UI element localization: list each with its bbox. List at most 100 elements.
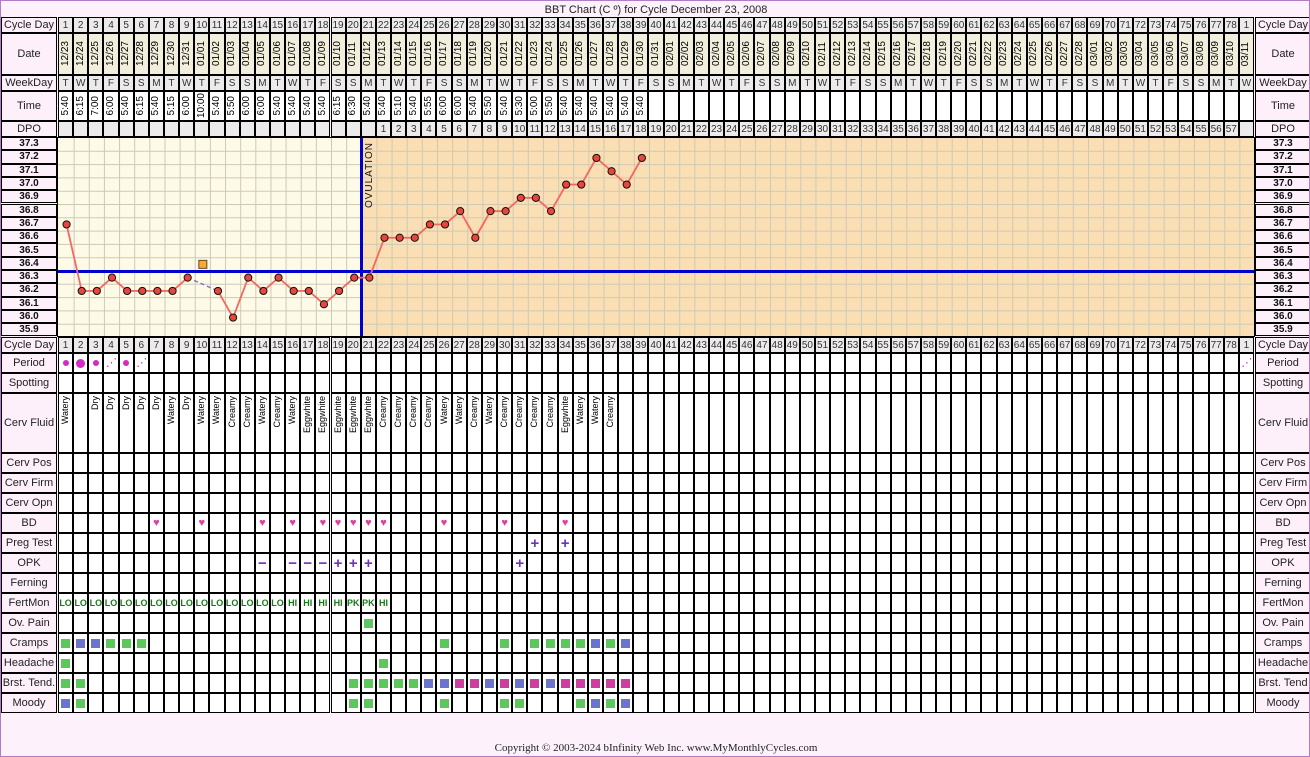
period-cell [300, 353, 316, 373]
cerv-firm-cell [784, 473, 800, 493]
cycle-day-value: 27 [451, 17, 467, 33]
spotting-cell [875, 373, 891, 393]
moody-cell [890, 693, 906, 713]
ov-pain-cell [754, 613, 770, 633]
time-value: 5:50 [481, 91, 498, 121]
bd-marker: ♥ [360, 513, 376, 533]
cramps-cell [814, 633, 831, 653]
preg-test-cell [1057, 533, 1073, 553]
ov-pain-cell [875, 613, 891, 633]
cerv-firm-cell [512, 473, 528, 493]
spotting-cell [542, 373, 558, 393]
row-date: Date Date 12/23 12/24 12/25 12/26 12/27 12/28 12… [1, 33, 1309, 75]
headache-cell [845, 653, 861, 673]
time-value [1238, 91, 1254, 121]
period-cell [1057, 353, 1073, 373]
weekday-value: F [1057, 75, 1073, 91]
period-cell [814, 353, 831, 373]
headache-label-left: Headache [1, 653, 57, 673]
temperature-point [410, 233, 419, 242]
cerv-firm-cell [996, 473, 1012, 493]
opk-cell [118, 553, 134, 573]
date-text: 02/14 [861, 41, 873, 67]
spotting-cell [148, 373, 164, 393]
date-value: 02/20 [951, 33, 967, 75]
cycle-day-value: 38 [618, 337, 634, 353]
cerv-firm-cell [875, 473, 891, 493]
moody-square [575, 698, 585, 708]
headache-cell [572, 653, 588, 673]
date-value: 01/09 [315, 33, 331, 75]
ov-pain-cell [633, 613, 649, 633]
opk-cell [1163, 553, 1179, 573]
cerv-pos-cell [981, 453, 997, 473]
time-value [1132, 91, 1148, 121]
opk-cell [58, 553, 74, 573]
brst-tend-cell [845, 673, 861, 693]
cerv-fluid-value: Dry [118, 393, 134, 453]
cramps-cell [648, 633, 664, 653]
moody-cell [1223, 693, 1239, 713]
weekday-value: W [285, 75, 301, 91]
cycle-day-value: 1 [58, 337, 74, 353]
opk-cell [497, 553, 513, 573]
spotting-cell [572, 373, 588, 393]
cramps-square [500, 638, 510, 648]
opk-cell [1072, 553, 1088, 573]
fertmon-cell [799, 593, 815, 613]
cramps-cell [754, 633, 770, 653]
cycle-day-value: 53 [845, 17, 861, 33]
time-value: 5:40 [572, 91, 588, 121]
cramps-cell [451, 633, 467, 653]
dpo-value: 21 [678, 121, 694, 137]
cycle-day-value: 16 [285, 337, 301, 353]
bd-marker: ♥ [345, 513, 361, 533]
cerv-opn-cell [557, 493, 573, 513]
brst-tend-cell [224, 673, 240, 693]
date-text: 02/05 [725, 41, 737, 67]
cerv-opn-cell [572, 493, 588, 513]
fertmon-cell [1117, 593, 1133, 613]
cerv-firm-cell [1178, 473, 1194, 493]
spotting-cell [708, 373, 725, 393]
cerv-pos-cell [1117, 453, 1133, 473]
headache-cell [693, 653, 709, 673]
bd-cell [1117, 513, 1133, 533]
cramps-cell [1026, 633, 1043, 653]
headache-cell [224, 653, 240, 673]
cerv-opn-cell [239, 493, 255, 513]
preg-test-cell [996, 533, 1012, 553]
date-text: 03/07 [1179, 41, 1191, 67]
time-value [1117, 91, 1133, 121]
cerv-fluid-label-right: Cerv Fluid [1255, 393, 1309, 453]
cerv-fluid-value [966, 393, 982, 453]
cerv-fluid-value [618, 393, 634, 453]
bd-cell [572, 513, 588, 533]
cerv-fluid-text: Watery [574, 396, 585, 425]
dpo-value: 16 [603, 121, 619, 137]
moody-cell [769, 693, 785, 713]
cramps-cell [693, 633, 709, 653]
time-value: 6:15 [73, 91, 89, 121]
headache-cell [269, 653, 286, 673]
time-text: 5:40 [286, 96, 298, 116]
time-value [936, 91, 952, 121]
ferning-cell [799, 573, 815, 593]
bd-cell [1208, 513, 1224, 533]
cerv-firm-cell [269, 473, 286, 493]
date-value: 01/07 [285, 33, 301, 75]
preg-test-cell [1193, 533, 1209, 553]
temperature-point [440, 220, 450, 229]
bd-cell [1132, 513, 1148, 533]
cerv-firm-cell [799, 473, 815, 493]
y-tick-label: 36.2 [1, 283, 57, 297]
ov-pain-label-right: Ov. Pain [1255, 613, 1309, 633]
cerv-fluid-text: Dry [105, 396, 116, 410]
cerv-firm-cell [920, 473, 937, 493]
cerv-opn-cell [587, 493, 603, 513]
ferning-cell [603, 573, 619, 593]
cycle-day-value: 64 [1011, 17, 1027, 33]
cerv-firm-cell [830, 473, 846, 493]
headache-cell [557, 653, 573, 673]
ov-pain-cell [890, 613, 906, 633]
